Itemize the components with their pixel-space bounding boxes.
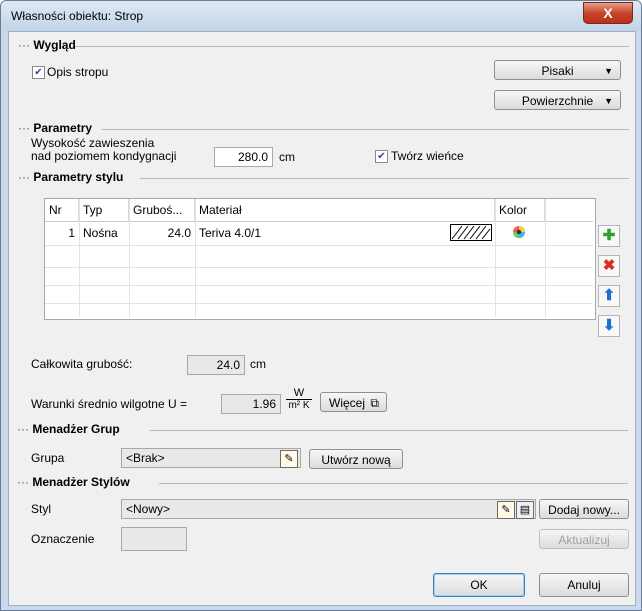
edit-icon[interactable]: ✎	[497, 501, 515, 519]
cancel-button[interactable]: Anuluj	[539, 573, 629, 597]
col-divider	[79, 199, 80, 317]
pisaki-button[interactable]: Pisaki ▼	[494, 60, 621, 80]
edit-icon[interactable]: ✎	[280, 450, 298, 468]
total-thickness-unit: cm	[250, 357, 266, 371]
row-divider	[45, 303, 593, 304]
section-menadzer-grup: ··· Menadżer Grup	[17, 422, 120, 436]
styl-field[interactable]: <Nowy>	[121, 499, 536, 519]
divider	[159, 483, 628, 484]
chevron-down-icon: ▼	[604, 96, 613, 106]
cross-icon: ✖	[602, 257, 616, 274]
cell-material: Teriva 4.0/1	[199, 226, 262, 240]
col-divider	[545, 199, 546, 317]
column-header-material[interactable]: Materiał	[195, 199, 495, 221]
row-divider	[45, 285, 593, 286]
plus-icon: ✚	[602, 227, 616, 244]
arrow-down-icon: ⬇	[602, 317, 616, 334]
row-divider	[45, 245, 593, 246]
column-header-grubosc[interactable]: Gruboś...	[129, 199, 195, 221]
table-row[interactable]: 1 Nośna 24.0 Teriva 4.0/1	[45, 222, 593, 245]
cell-typ: Nośna	[83, 226, 118, 240]
dialog-window: Własności obiektu: Strop X ··· Wygląd ✔ …	[0, 0, 642, 611]
grupa-field[interactable]: <Brak>	[121, 448, 301, 468]
cell-nr: 1	[68, 226, 75, 240]
oznaczenie-label: Oznaczenie	[31, 532, 95, 546]
hatch-pattern-icon	[450, 224, 492, 241]
add-layer-button[interactable]: ✚	[598, 225, 620, 247]
grupa-label: Grupa	[31, 451, 65, 465]
aktualizuj-button: Aktualizuj	[539, 529, 629, 549]
u-value-label: Warunki średnio wilgotne U =	[31, 397, 187, 411]
wiecej-button[interactable]: Więcej ⧉	[320, 392, 387, 412]
arrow-up-icon: ⬆	[602, 287, 616, 304]
section-menadzer-stylow: ··· Menadżer Stylów	[17, 475, 130, 489]
utworz-nowa-button[interactable]: Utwórz nową	[309, 449, 403, 469]
column-header-empty	[545, 199, 593, 221]
height-field[interactable]: 280.0	[214, 147, 273, 167]
layers-table: Nr Typ Gruboś... Materiał Kolor 1 Nośna …	[44, 198, 596, 320]
tworz-wience-label: Twórz wieńce	[391, 149, 464, 163]
col-divider	[495, 199, 496, 317]
ok-button[interactable]: OK	[433, 573, 525, 597]
divider	[102, 129, 629, 130]
tworz-wience-checkbox[interactable]: ✔	[375, 150, 388, 163]
dodaj-nowy-button[interactable]: Dodaj nowy...	[539, 499, 629, 519]
column-header-kolor[interactable]: Kolor	[495, 199, 545, 221]
opis-stropu-label: Opis stropu	[47, 65, 109, 79]
col-divider	[129, 199, 130, 317]
divider	[140, 178, 629, 179]
library-icon[interactable]: ▤	[516, 501, 534, 519]
column-header-nr[interactable]: Nr	[45, 199, 79, 221]
title-bar: Własności obiektu: Strop X	[1, 1, 641, 31]
row-divider	[45, 267, 593, 268]
cell-grubosc: 24.0	[167, 226, 191, 240]
window-title: Własności obiektu: Strop	[11, 9, 144, 23]
divider	[150, 430, 628, 431]
oznaczenie-field[interactable]	[121, 527, 187, 551]
height-unit: cm	[279, 150, 295, 164]
u-unit: W m² K	[286, 387, 312, 412]
section-parametry-stylu: ··· Parametry stylu	[18, 170, 124, 184]
total-thickness-field: 24.0	[187, 355, 245, 375]
col-divider	[195, 199, 196, 317]
divider	[75, 46, 629, 47]
close-button[interactable]: X	[583, 2, 633, 24]
color-wheel-icon[interactable]	[512, 225, 526, 239]
u-value-field: 1.96	[221, 394, 281, 414]
section-parametry: ··· Parametry	[18, 121, 93, 135]
move-up-button[interactable]: ⬆	[598, 285, 620, 307]
delete-layer-button[interactable]: ✖	[598, 255, 620, 277]
column-header-typ[interactable]: Typ	[79, 199, 129, 221]
total-thickness-label: Całkowita grubość:	[31, 357, 133, 371]
styl-label: Styl	[31, 502, 52, 516]
powierzchnie-button[interactable]: Powierzchnie ▼	[494, 90, 621, 110]
height-label: Wysokość zawieszenia nad poziomem kondyg…	[31, 136, 177, 163]
opis-stropu-checkbox[interactable]: ✔	[32, 66, 45, 79]
section-wyglad: ··· Wygląd	[18, 38, 76, 52]
chevron-down-icon: ▼	[604, 66, 613, 76]
move-down-button[interactable]: ⬇	[598, 315, 620, 337]
open-window-icon: ⧉	[370, 396, 379, 410]
